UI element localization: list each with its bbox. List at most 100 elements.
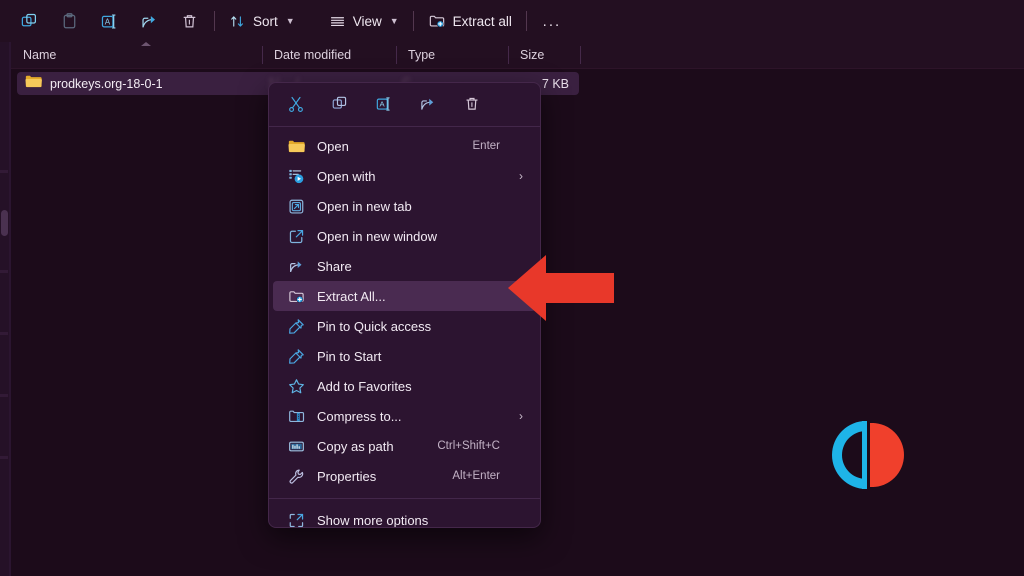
column-header-row: Name Date modified Type Size [11, 42, 1024, 68]
paste-icon [63, 12, 75, 28]
column-header-underline [11, 68, 1024, 69]
menu-item-show-more-options[interactable]: Show more options [273, 505, 536, 528]
toolbar-sort-button[interactable]: Sort ▼ [220, 5, 304, 37]
extract-all-icon [429, 15, 444, 28]
toolbar-divider-2 [412, 11, 414, 31]
menu-item-label: Pin to Start [317, 348, 382, 364]
switch-logo [826, 417, 912, 493]
menu-item-label: Open in new tab [317, 198, 412, 214]
context-menu-quick-actions: A [269, 83, 540, 124]
trash-icon [183, 14, 195, 28]
context-share-button[interactable] [409, 89, 447, 119]
menu-item-properties[interactable]: Properties Alt+Enter [273, 461, 536, 491]
context-rename-button[interactable]: A [365, 89, 403, 119]
show-more-icon [287, 511, 305, 527]
copy-path-icon [287, 437, 305, 455]
new-window-icon [287, 227, 305, 245]
trash-icon [466, 97, 478, 110]
pin-icon [287, 347, 305, 365]
copy-icon [21, 13, 36, 26]
menu-item-pin-to-quick-access[interactable]: Pin to Quick access [273, 311, 536, 341]
ellipsis-icon: ... [542, 12, 562, 30]
navigation-pane-divider [9, 42, 11, 576]
menu-item-label: Properties [317, 468, 377, 484]
menu-item-open-in-new-window[interactable]: Open in new window [273, 221, 536, 251]
compress-icon [287, 407, 305, 425]
toolbar-view-label: View [352, 13, 382, 29]
sort-ascending-indicator [141, 42, 151, 46]
toolbar-sort-label: Sort [253, 13, 278, 29]
rename-icon: A [376, 96, 390, 111]
context-copy-button[interactable] [321, 89, 359, 119]
column-header-name[interactable]: Name [11, 42, 262, 68]
menu-item-copy-as-path[interactable]: Copy as path Ctrl+Shift+C [273, 431, 536, 461]
chevron-right-icon: › [519, 169, 523, 183]
rename-icon: A [101, 13, 115, 29]
file-size: 7 KB [541, 76, 569, 91]
menu-item-accelerator: Alt+Enter [452, 470, 500, 482]
menu-item-label: Extract All... [317, 288, 386, 304]
share-icon [287, 257, 305, 275]
menu-item-add-to-favorites[interactable]: Add to Favorites [273, 371, 536, 401]
sort-icon [231, 15, 243, 27]
share-icon [421, 98, 434, 110]
toolbar-overflow-button[interactable]: ... [532, 5, 572, 37]
menu-item-label: Pin to Quick access [317, 318, 432, 334]
menu-item-accelerator: Ctrl+Shift+C [437, 440, 500, 452]
menu-item-open-with[interactable]: Open with › [273, 161, 536, 191]
toolbar-share-button[interactable] [129, 5, 169, 37]
new-tab-icon [287, 197, 305, 215]
menu-item-accelerator: Enter [472, 140, 501, 152]
context-cut-button[interactable] [277, 89, 315, 119]
chevron-down-icon: ▼ [285, 16, 295, 26]
toolbar-view-button[interactable]: View ▼ [320, 5, 408, 37]
menu-item-label: Open [317, 138, 349, 154]
view-icon [330, 16, 344, 26]
menu-item-open-in-new-tab[interactable]: Open in new tab [273, 191, 536, 221]
context-delete-button[interactable] [453, 89, 491, 119]
star-icon [287, 377, 305, 395]
folder-icon [25, 74, 42, 93]
menu-item-label: Show more options [317, 512, 429, 528]
menu-item-extract-all[interactable]: Extract All... [273, 281, 536, 311]
share-icon [141, 15, 155, 27]
column-header-type[interactable]: Type [396, 42, 508, 68]
menu-item-compress-to[interactable]: Compress to... › [273, 401, 536, 431]
toolbar-extract-all-button[interactable]: Extract all [419, 5, 521, 37]
menu-item-pin-to-start[interactable]: Pin to Start [273, 341, 536, 371]
wrench-icon [287, 467, 305, 485]
menu-item-label: Copy as path [317, 438, 394, 454]
menu-item-label: Open in new window [317, 228, 437, 244]
chevron-down-icon: ▼ [389, 16, 399, 26]
toolbar-delete-button[interactable] [169, 5, 209, 37]
svg-text:A: A [104, 17, 110, 26]
toolbar-divider-1 [214, 11, 215, 31]
red-pointer-arrow [508, 253, 614, 323]
toolbar-paste-button[interactable] [49, 5, 89, 37]
extract-all-icon [287, 287, 305, 305]
menu-item-label: Share [317, 258, 352, 274]
file-name: prodkeys.org-18-0-1 [50, 76, 163, 91]
copy-icon [332, 96, 347, 109]
toolbar-divider-3 [525, 11, 527, 31]
navigation-pane-edge [0, 42, 9, 576]
toolbar-rename-button[interactable]: A [89, 5, 129, 37]
toolbar-extract-all-label: Extract all [452, 13, 512, 29]
command-bar: A Sort ▼ View ▼ Extract all ... [0, 0, 1024, 42]
menu-item-label: Open with [317, 168, 376, 184]
menu-item-label: Add to Favorites [317, 378, 412, 394]
scissors-icon [289, 96, 303, 112]
toolbar-copy-button[interactable] [9, 5, 49, 37]
chevron-right-icon: › [519, 409, 523, 423]
context-menu: A Open Enter Open with › Open in new tab… [268, 82, 541, 528]
menu-item-label: Compress to... [317, 408, 402, 424]
column-header-size[interactable]: Size [508, 42, 580, 68]
menu-item-share[interactable]: Share [273, 251, 536, 281]
navigation-scrollbar-thumb[interactable] [1, 210, 8, 236]
svg-text:A: A [380, 99, 386, 108]
context-menu-divider-top [269, 126, 540, 127]
context-menu-divider-bottom [269, 498, 540, 499]
folder-icon [287, 137, 305, 155]
column-header-date-modified[interactable]: Date modified [262, 42, 396, 68]
menu-item-open[interactable]: Open Enter [273, 131, 536, 161]
